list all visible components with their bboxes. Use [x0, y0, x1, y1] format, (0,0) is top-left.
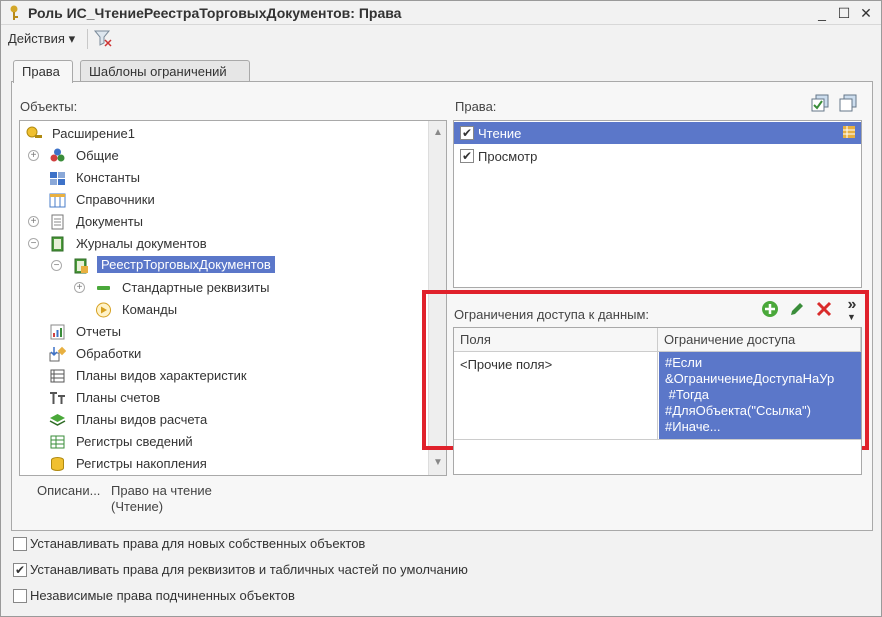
journals-icon [49, 236, 66, 252]
constants-icon [49, 170, 66, 186]
key-icon [26, 126, 43, 142]
restrictions-table[interactable]: Поля Ограничение доступа <Прочие поля> #… [453, 327, 862, 475]
check-all-icon[interactable] [811, 94, 829, 112]
objects-tree[interactable]: Расширение1 + Общие Константы Справочник… [19, 120, 447, 476]
tree-item-label: Расширение1 [52, 126, 136, 141]
window-title: Роль ИС_ЧтениеРеестраТорговыхДокументов:… [28, 5, 402, 21]
maximize-button[interactable]: ☐ [835, 4, 853, 22]
tree-item-label: Регистры сведений [76, 434, 193, 449]
expand-icon[interactable]: + [28, 150, 39, 161]
tree-item-label: Планы видов расчета [76, 412, 208, 427]
option-checkbox[interactable] [13, 537, 27, 551]
row-divider [454, 439, 861, 440]
tree-item-label: Обработки [76, 346, 142, 361]
tree-item-label: РеестрТорговыхДокументов [97, 256, 275, 273]
option-checkbox[interactable]: ✔ [13, 563, 27, 577]
attribute-icon [95, 280, 112, 296]
tab-rights[interactable]: Права [13, 60, 73, 83]
reports-icon [49, 324, 66, 340]
rights-label: Права: [455, 99, 497, 114]
title-bar: Роль ИС_ЧтениеРеестраТорговыхДокументов:… [1, 1, 881, 25]
tree-item-label: Константы [76, 170, 140, 185]
expand-icon[interactable]: + [28, 216, 39, 227]
column-header-restriction[interactable]: Ограничение доступа [658, 328, 861, 352]
tree-item-label: Общие [76, 148, 119, 163]
tree-item-label: Документы [76, 214, 144, 229]
documents-icon [49, 214, 66, 230]
accumulation-registers-icon [49, 456, 66, 472]
option-checkbox[interactable] [13, 589, 27, 603]
scroll-up-icon[interactable]: ▲ [432, 127, 444, 138]
delete-icon[interactable] [815, 300, 833, 318]
key-icon [8, 5, 20, 21]
chart-of-accounts-icon [49, 390, 66, 406]
right-item-read[interactable]: ✔ Чтение [454, 122, 861, 144]
add-icon[interactable] [761, 300, 779, 318]
restrictions-label: Ограничения доступа к данным: [454, 307, 650, 322]
command-icon [95, 302, 112, 318]
minimize-button[interactable]: _ [813, 4, 831, 22]
actions-menu-button[interactable]: Действия ▾ [8, 31, 75, 47]
option-label: Устанавливать права для новых собственны… [30, 536, 366, 551]
tree-item-label: Отчеты [76, 324, 121, 339]
tree-item-label: Журналы документов [76, 236, 207, 251]
edit-icon[interactable] [788, 300, 806, 318]
option-independent-rights[interactable]: Независимые права подчиненных объектов [13, 586, 873, 606]
role-rights-window: Роль ИС_ЧтениеРеестраТорговыхДокументов:… [0, 0, 882, 617]
right-item-view[interactable]: ✔ Просмотр [454, 145, 861, 167]
dataprocessors-icon [49, 346, 67, 362]
toolbar-separator [87, 29, 88, 49]
chart-of-calculation-icon [49, 412, 66, 428]
expand-icon[interactable]: + [74, 282, 85, 293]
close-button[interactable]: ✕ [857, 4, 875, 22]
dropdown-arrow-icon[interactable]: ▼ [847, 312, 856, 322]
right-checkbox[interactable]: ✔ [460, 126, 474, 140]
tree-item-label: Планы счетов [76, 390, 161, 405]
tree-item-label: Команды [122, 302, 178, 317]
restriction-indicator-icon [843, 126, 855, 138]
right-label: Чтение [478, 126, 522, 141]
option-label: Устанавливать права для реквизитов и таб… [30, 562, 468, 577]
common-icon [49, 148, 66, 164]
tree-item-label: Планы видов характеристик [76, 368, 247, 383]
scroll-down-icon[interactable]: ▼ [432, 457, 444, 468]
description-value: Право на чтение (Чтение) [111, 483, 212, 515]
filter-icon[interactable] [93, 28, 113, 48]
tab-restriction-templates[interactable]: Шаблоны ограничений [80, 60, 250, 82]
uncheck-all-icon[interactable] [839, 94, 857, 112]
collapse-icon[interactable]: − [51, 260, 62, 271]
rights-list[interactable]: ✔ Чтение ✔ Просмотр [453, 120, 862, 288]
collapse-icon[interactable]: − [28, 238, 39, 249]
catalogs-icon [49, 192, 66, 208]
description-line: Право на чтение [111, 483, 212, 498]
table-cell-fields[interactable]: <Прочие поля> [454, 352, 658, 439]
column-header-fields[interactable]: Поля [454, 328, 658, 352]
tree-item-label: Стандартные реквизиты [122, 280, 270, 295]
information-registers-icon [49, 434, 66, 450]
toolbar: Действия ▾ [1, 26, 881, 52]
option-label: Независимые права подчиненных объектов [30, 588, 295, 603]
table-cell-restriction[interactable]: #Если &ОграничениеДоступаНаУр #Тогда #Дл… [659, 352, 861, 439]
tree-item-label: Регистры накопления [76, 456, 207, 471]
right-checkbox[interactable]: ✔ [460, 149, 474, 163]
objects-label: Объекты: [20, 99, 78, 114]
option-default-attributes[interactable]: ✔ Устанавливать права для реквизитов и т… [13, 560, 873, 580]
description-line: (Чтение) [111, 499, 164, 514]
description-label: Описани... [37, 483, 101, 498]
chart-of-characteristics-icon [49, 368, 66, 384]
journal-icon [72, 258, 89, 274]
right-label: Просмотр [478, 149, 538, 164]
option-new-objects[interactable]: Устанавливать права для новых собственны… [13, 534, 873, 554]
tree-item-label: Справочники [76, 192, 155, 207]
